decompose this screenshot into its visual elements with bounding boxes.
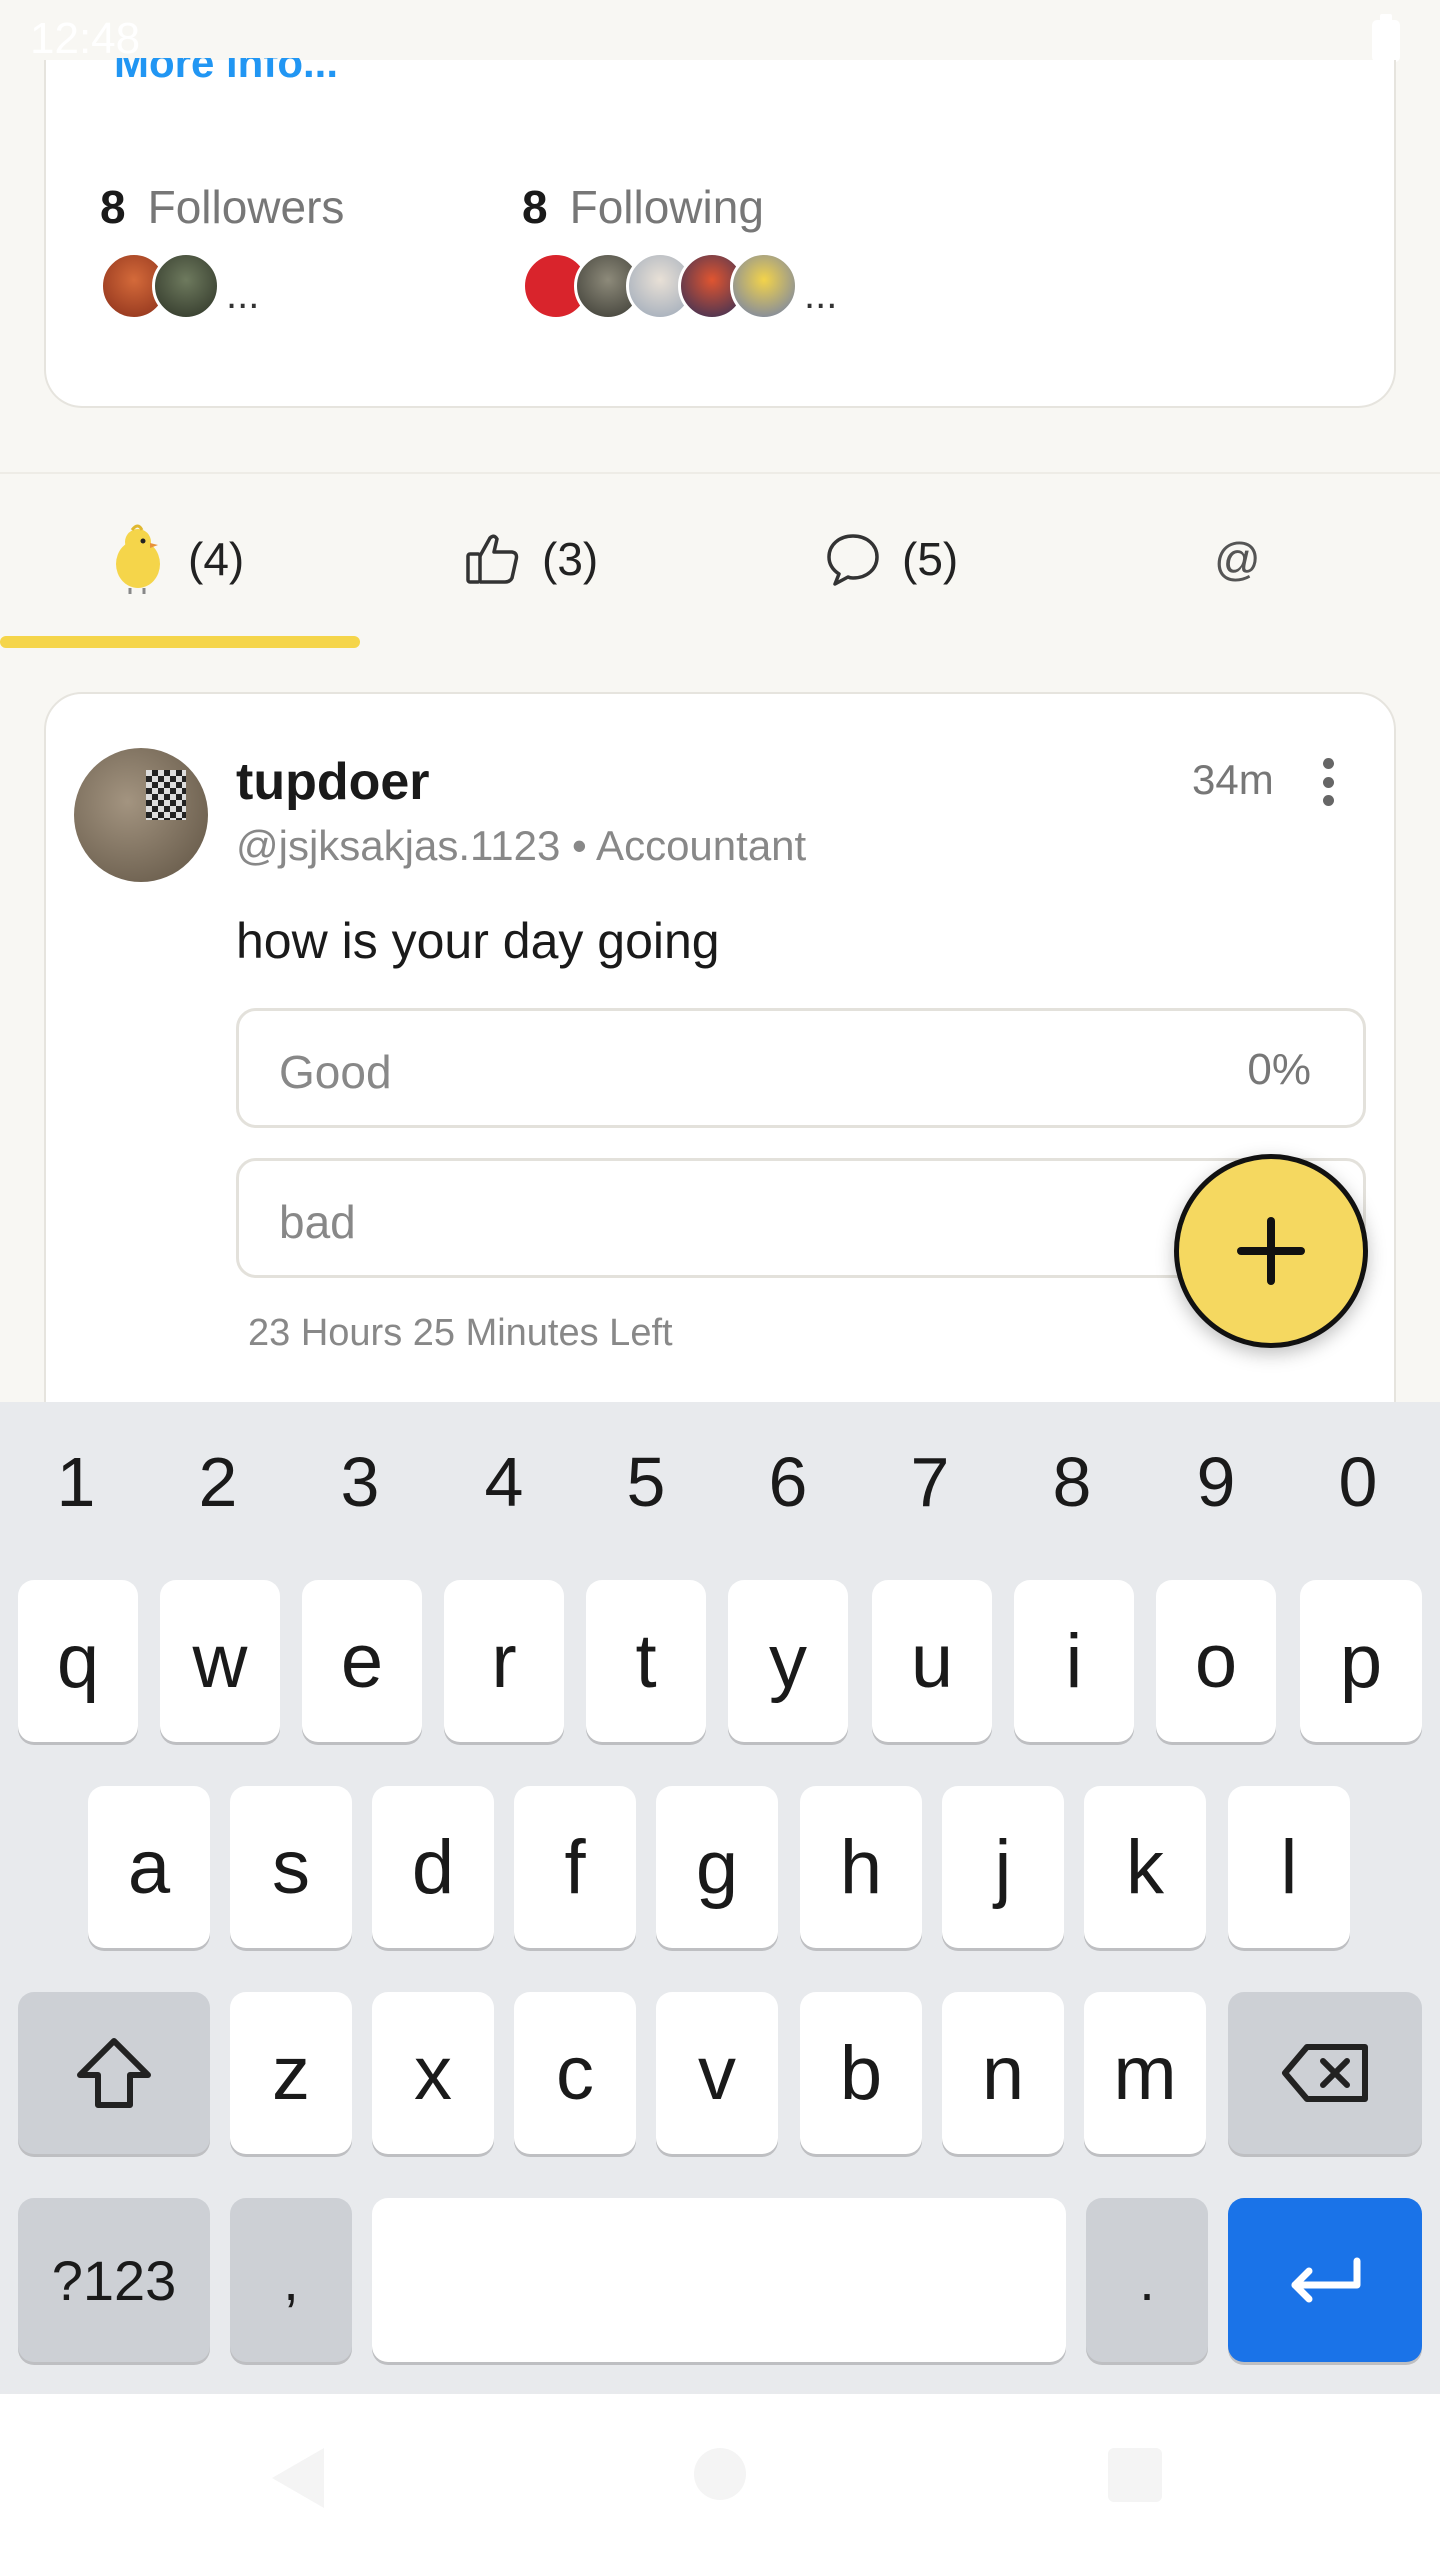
followers-more: ... xyxy=(226,272,260,317)
key-y[interactable]: y xyxy=(728,1580,848,1742)
enter-icon xyxy=(1291,2257,1361,2303)
tab-likes[interactable]: (3) xyxy=(464,524,598,594)
key-j[interactable]: j xyxy=(942,1786,1064,1948)
key-0[interactable]: 0 xyxy=(1318,1442,1398,1522)
key-n[interactable]: n xyxy=(942,1992,1064,2154)
post-text: how is your day going xyxy=(236,913,720,969)
tab-posts[interactable]: (4) xyxy=(108,524,244,594)
selected-tab-indicator xyxy=(0,636,360,648)
key-s[interactable]: s xyxy=(230,1786,352,1948)
followers-label: Followers xyxy=(147,181,345,233)
poll-time-left: 23 Hours 25 Minutes Left xyxy=(248,1312,673,1354)
followers-count: 8 xyxy=(100,181,126,233)
post-username[interactable]: tupdoer xyxy=(236,752,430,812)
key-o[interactable]: o xyxy=(1156,1580,1276,1742)
key-9[interactable]: 9 xyxy=(1176,1442,1256,1522)
avatar xyxy=(152,252,220,320)
key-d[interactable]: d xyxy=(372,1786,494,1948)
key-4[interactable]: 4 xyxy=(464,1442,544,1522)
system-nav-bar xyxy=(0,2394,1440,2560)
enter-key[interactable] xyxy=(1228,2198,1422,2362)
tab-posts-label: (4) xyxy=(188,533,245,585)
profile-card: More info... 8 Followers ... 8 Following .… xyxy=(44,58,1396,408)
post-handle: @jsjksakjas.1123 • Accountant xyxy=(236,822,807,869)
post-time: 34m xyxy=(1192,756,1274,803)
more-options-icon[interactable] xyxy=(1318,758,1338,806)
followers-stat[interactable]: 8 Followers xyxy=(100,180,344,234)
poll-option-label: Good xyxy=(279,1046,392,1098)
tab-comments-label: (5) xyxy=(902,533,959,585)
key-m[interactable]: m xyxy=(1084,1992,1206,2154)
key-r[interactable]: r xyxy=(444,1580,564,1742)
key-k[interactable]: k xyxy=(1084,1786,1206,1948)
key-z[interactable]: z xyxy=(230,1992,352,2154)
comment-icon xyxy=(824,530,882,588)
poll-option-percent: 0% xyxy=(1247,1045,1311,1094)
more-info-link[interactable]: More info... xyxy=(114,58,338,86)
poll-option-good[interactable]: Good 0% xyxy=(236,1008,1366,1128)
battery-icon xyxy=(1372,14,1400,62)
tab-comments[interactable]: (5) xyxy=(824,524,958,594)
comma-key[interactable]: , xyxy=(230,2198,352,2362)
following-avatars[interactable]: ... xyxy=(522,252,837,320)
key-l[interactable]: l xyxy=(1228,1786,1350,1948)
key-e[interactable]: e xyxy=(302,1580,422,1742)
key-i[interactable]: i xyxy=(1014,1580,1134,1742)
key-a[interactable]: a xyxy=(88,1786,210,1948)
key-p[interactable]: p xyxy=(1300,1580,1422,1742)
key-c[interactable]: c xyxy=(514,1992,636,2154)
symbols-key[interactable]: ?123 xyxy=(18,2198,210,2362)
avatar[interactable] xyxy=(74,748,208,882)
following-label: Following xyxy=(569,181,764,233)
status-time: 12:48 xyxy=(30,14,141,63)
key-q[interactable]: q xyxy=(18,1580,138,1742)
key-5[interactable]: 5 xyxy=(606,1442,686,1522)
tab-likes-label: (3) xyxy=(542,533,599,585)
following-count: 8 xyxy=(522,181,548,233)
key-x[interactable]: x xyxy=(372,1992,494,2154)
thumbs-up-icon xyxy=(464,530,522,588)
chick-icon xyxy=(108,524,168,594)
key-3[interactable]: 3 xyxy=(320,1442,400,1522)
key-f[interactable]: f xyxy=(514,1786,636,1948)
key-v[interactable]: v xyxy=(656,1992,778,2154)
key-t[interactable]: t xyxy=(586,1580,706,1742)
key-h[interactable]: h xyxy=(800,1786,922,1948)
shift-icon xyxy=(77,2038,151,2108)
key-b[interactable]: b xyxy=(800,1992,922,2154)
keyboard: 1 2 3 4 5 6 7 8 9 0 q w e r t y u i o p … xyxy=(0,1402,1440,2394)
space-key[interactable] xyxy=(372,2198,1066,2362)
create-post-button[interactable] xyxy=(1174,1154,1368,1348)
following-more: ... xyxy=(804,272,838,317)
poll-option-label: bad xyxy=(279,1196,356,1248)
recent-apps-icon[interactable] xyxy=(1108,2448,1162,2502)
home-icon[interactable] xyxy=(694,2448,746,2500)
key-1[interactable]: 1 xyxy=(36,1442,116,1522)
backspace-icon xyxy=(1282,2044,1368,2102)
followers-avatars[interactable]: ... xyxy=(100,252,259,320)
shift-key[interactable] xyxy=(18,1992,210,2154)
avatar-image-detail xyxy=(146,770,186,820)
at-icon: @ xyxy=(1214,533,1261,585)
avatar xyxy=(730,252,798,320)
tab-mentions[interactable]: @ xyxy=(1214,524,1261,594)
backspace-key[interactable] xyxy=(1228,1992,1422,2154)
profile-tabs: (4) (3) (5) @ xyxy=(0,472,1440,650)
key-2[interactable]: 2 xyxy=(178,1442,258,1522)
back-icon[interactable] xyxy=(272,2448,324,2508)
following-stat[interactable]: 8 Following xyxy=(522,180,764,234)
key-u[interactable]: u xyxy=(872,1580,992,1742)
key-w[interactable]: w xyxy=(160,1580,280,1742)
key-6[interactable]: 6 xyxy=(748,1442,828,1522)
key-7[interactable]: 7 xyxy=(890,1442,970,1522)
key-8[interactable]: 8 xyxy=(1032,1442,1112,1522)
period-key[interactable]: . xyxy=(1086,2198,1208,2362)
key-g[interactable]: g xyxy=(656,1786,778,1948)
